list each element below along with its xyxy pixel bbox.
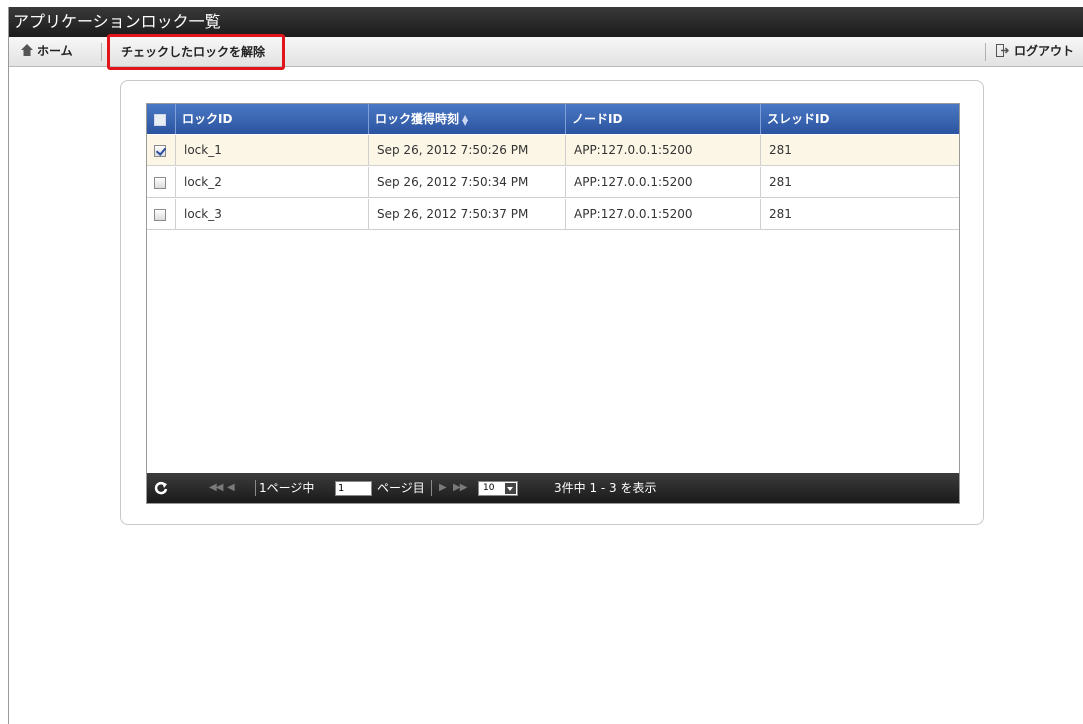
page-number-input[interactable]: 1: [335, 481, 372, 496]
toolbar: ホーム チェックしたロックを解除 ログアウト: [9, 34, 1083, 70]
cell-time: Sep 26, 2012 7:50:26 PM: [369, 135, 566, 165]
logout-icon: [995, 39, 1010, 57]
table-row[interactable]: lock_2 Sep 26, 2012 7:50:34 PM APP:127.0.0…: [147, 167, 959, 198]
home-icon: [21, 38, 33, 56]
row-checkbox[interactable]: [154, 144, 166, 157]
row-checkbox[interactable]: [154, 208, 166, 221]
column-header-thread-id[interactable]: スレッドID: [761, 104, 959, 134]
refresh-icon: [154, 481, 168, 495]
page-prefix: 1ページ中: [259, 481, 315, 495]
toolbar-divider: [985, 43, 986, 61]
prev-page-icon[interactable]: ◀: [227, 473, 235, 503]
cell-time: Sep 26, 2012 7:50:37 PM: [369, 199, 566, 229]
table-row[interactable]: lock_1 Sep 26, 2012 7:50:26 PM APP:127.0.0…: [147, 135, 959, 166]
cell-time: Sep 26, 2012 7:50:34 PM: [369, 167, 566, 197]
select-all-cell: [147, 104, 176, 134]
record-summary: 3件中 1 - 3 を表示: [554, 481, 657, 495]
cell-thread: 281: [769, 143, 792, 157]
content-panel: ロックID ロック獲得時刻 ▲ ▼ ノードID スレッドID lock_1 Sep 2…: [120, 80, 984, 525]
page-size-select[interactable]: 10: [478, 481, 518, 496]
cell-node: APP:127.0.0.1:5200: [566, 167, 761, 197]
release-label: チェックしたロックを解除: [121, 45, 266, 59]
last-page-icon[interactable]: ▶▶: [453, 473, 467, 503]
row-checkbox[interactable]: [154, 176, 166, 189]
cell-thread: 281: [769, 207, 792, 221]
release-checked-locks-button[interactable]: チェックしたロックを解除: [107, 34, 285, 70]
cell-lock-id: lock_1: [176, 135, 369, 165]
table-row[interactable]: lock_3 Sep 26, 2012 7:50:37 PM APP:127.0.0…: [147, 199, 959, 230]
cell-node: APP:127.0.0.1:5200: [566, 135, 761, 165]
next-page-icon[interactable]: ▶: [439, 473, 447, 503]
home-button[interactable]: ホーム: [21, 37, 73, 66]
lock-grid: ロックID ロック獲得時刻 ▲ ▼ ノードID スレッドID lock_1 Sep 2…: [146, 103, 960, 504]
chevron-down-icon: [505, 483, 516, 494]
column-header-lock-id[interactable]: ロックID: [176, 104, 369, 134]
column-header-node-id[interactable]: ノードID: [566, 104, 761, 134]
logout-button[interactable]: ログアウト: [995, 37, 1074, 66]
cell-node: APP:127.0.0.1:5200: [566, 199, 761, 229]
app-window: アプリケーションロック一覧 ホーム チェックしたロックを解除 ログアウト ロック…: [8, 7, 1083, 724]
grid-pager: ◀◀ ◀ 1ページ中 1 ページ目 ▶ ▶▶ 10 3件中 1 - 3 を表示: [147, 473, 959, 503]
first-page-icon[interactable]: ◀◀: [209, 473, 223, 503]
cell-thread: 281: [769, 175, 792, 189]
refresh-button[interactable]: [152, 479, 170, 497]
pager-divider: [255, 480, 256, 496]
grid-header: ロックID ロック獲得時刻 ▲ ▼ ノードID スレッドID: [147, 104, 959, 134]
toolbar-divider: [101, 43, 102, 61]
page-suffix: ページ目: [377, 481, 425, 495]
row-select-cell: [147, 135, 176, 165]
row-select-cell: [147, 199, 176, 229]
cell-lock-id: lock_2: [176, 167, 369, 197]
sort-icon: ▲ ▼: [462, 112, 469, 127]
pager-divider: [431, 480, 432, 496]
select-all-checkbox[interactable]: [154, 113, 166, 126]
column-header-acquired-time[interactable]: ロック獲得時刻 ▲ ▼: [369, 104, 566, 134]
logout-label: ログアウト: [1013, 44, 1074, 58]
home-label: ホーム: [37, 44, 73, 58]
page-title: アプリケーションロック一覧: [9, 7, 1083, 37]
cell-lock-id: lock_3: [176, 199, 369, 229]
row-select-cell: [147, 167, 176, 197]
